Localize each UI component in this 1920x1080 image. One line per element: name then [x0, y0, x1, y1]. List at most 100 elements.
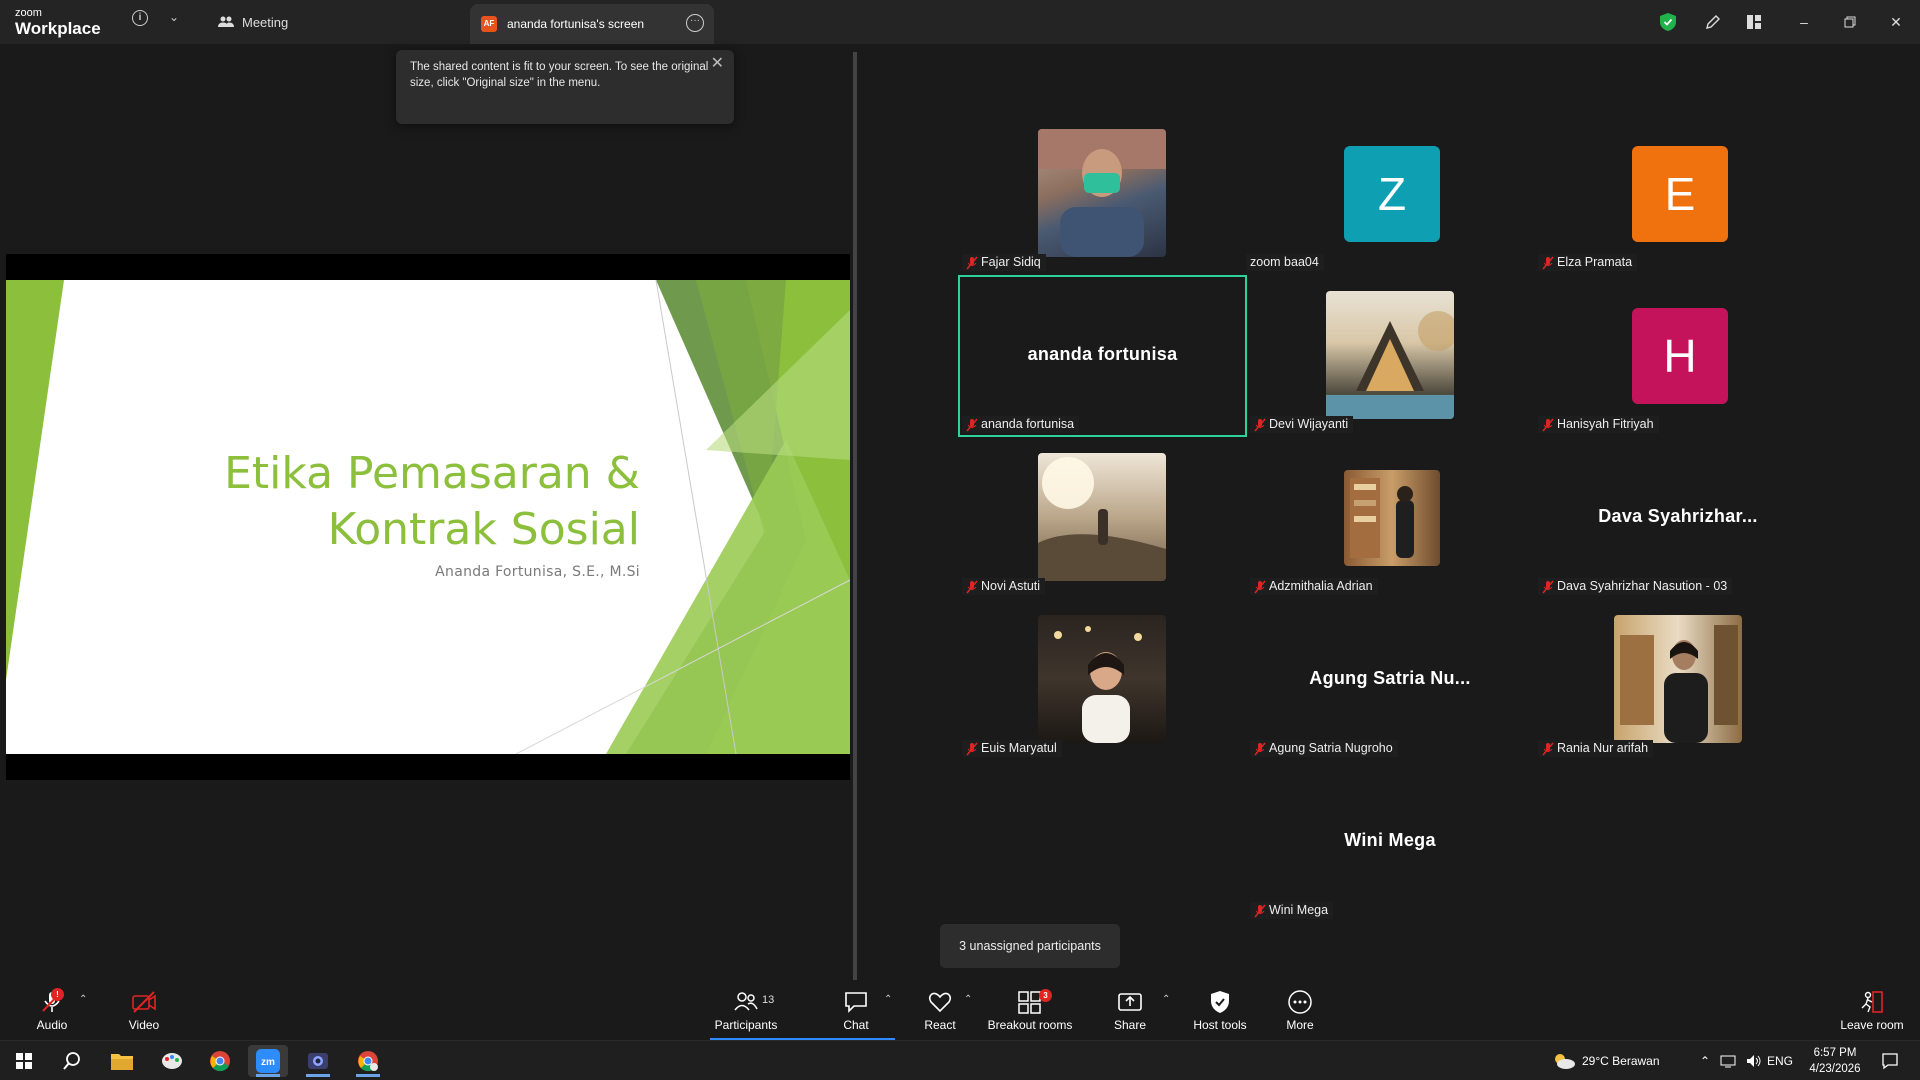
video-button[interactable]: Video [122, 980, 166, 1040]
more-button[interactable]: More [1280, 980, 1320, 1040]
shield-icon[interactable] [1648, 0, 1688, 44]
minimize-icon[interactable]: – [1784, 0, 1824, 44]
chat-options-caret[interactable]: ⌃ [884, 994, 892, 1005]
participant-label: Dava Syahrizhar Nasution - 03 [1538, 578, 1733, 595]
participant-label: ananda fortunisa [962, 416, 1080, 433]
participant-video-novi[interactable] [1038, 453, 1166, 581]
participants-button[interactable]: Participants [704, 980, 788, 1040]
participant-label: Rania Nur arifah [1538, 740, 1654, 757]
active-participant-name: ananda fortunisa [1027, 344, 1178, 364]
share-options-caret[interactable]: ⌃ [1162, 994, 1170, 1005]
mic-muted-icon [1542, 742, 1554, 756]
slide-title: Etika Pemasaran & Kontrak Sosial [224, 446, 640, 558]
participants-icon [734, 991, 758, 1010]
restore-icon[interactable] [1830, 0, 1870, 44]
participant-name-wini: Wini Mega [1344, 830, 1436, 850]
heart-icon [928, 992, 952, 1012]
audio-alert-badge: ! [51, 988, 64, 1001]
system-tray[interactable]: ⌃ [1700, 1041, 1762, 1080]
clock-time: 6:57 PM [1813, 1047, 1857, 1059]
presentation-slide: Etika Pemasaran & Kontrak Sosial Ananda … [6, 280, 850, 754]
close-tooltip-icon[interactable]: ✕ [711, 56, 724, 72]
leave-label: Leave room [1840, 1017, 1904, 1032]
slide-title-line2: Kontrak Sosial [327, 504, 640, 555]
react-button[interactable]: React [920, 980, 960, 1040]
react-label: React [924, 1017, 956, 1032]
chevron-down-icon[interactable]: ⌄ [169, 10, 179, 24]
participant-label: Adzmithalia Adrian [1250, 578, 1378, 595]
logo-small: zoom [15, 7, 42, 19]
react-options-caret[interactable]: ⌃ [964, 994, 972, 1005]
tray-expand-icon[interactable]: ⌃ [1700, 1054, 1710, 1068]
mic-muted-icon [966, 580, 978, 594]
breakout-label: Breakout rooms [987, 1017, 1073, 1032]
mic-muted-icon [1254, 904, 1266, 918]
mic-muted-icon [1254, 580, 1266, 594]
share-button[interactable]: Share [1110, 980, 1150, 1040]
network-icon[interactable] [1720, 1054, 1736, 1068]
layout-icon[interactable] [1734, 0, 1774, 44]
slide-title-line1: Etika Pemasaran & [224, 448, 640, 499]
camera-app-icon[interactable] [298, 1045, 338, 1077]
participant-name-agung: Agung Satria Nu... [1309, 668, 1471, 688]
weather-text: 29°C Berawan [1582, 1054, 1660, 1068]
participant-label: Wini Mega [1250, 902, 1334, 919]
tab-shared-screen[interactable]: AF ananda fortunisa's screen ··· [470, 4, 714, 44]
split-divider[interactable] [853, 52, 857, 980]
audio-options-caret[interactable]: ⌃ [79, 994, 87, 1005]
participant-video-devi[interactable] [1326, 291, 1454, 419]
chrome-icon[interactable] [200, 1045, 240, 1077]
clock-date: 4/23/2026 [1809, 1063, 1861, 1075]
notifications-icon[interactable] [1870, 1045, 1910, 1077]
meeting-tab[interactable]: Meeting [218, 0, 288, 44]
clock[interactable]: 6:57 PM 4/23/2026 [1800, 1045, 1870, 1077]
participant-video-adzmithalia[interactable] [1344, 470, 1440, 566]
chat-button[interactable]: Chat [836, 980, 876, 1040]
avatar-elza[interactable]: E [1632, 146, 1728, 242]
weather-cloud-icon [1555, 1054, 1575, 1069]
chat-label: Chat [843, 1017, 869, 1032]
chrome-profile-icon[interactable] [348, 1045, 388, 1077]
participant-video-rania[interactable] [1614, 615, 1742, 743]
mic-muted-icon [1254, 742, 1266, 756]
slide-subtitle: Ananda Fortunisa, S.E., M.Si [435, 564, 640, 580]
tab-label: ananda fortunisa's screen [507, 17, 645, 31]
search-icon[interactable] [52, 1045, 92, 1077]
avatar-hanisyah[interactable]: H [1632, 308, 1728, 404]
pencil-icon[interactable] [1693, 0, 1733, 44]
mic-muted-icon [1542, 580, 1554, 594]
avatar-zoom-baa04[interactable]: Z [1344, 146, 1440, 242]
participant-label: Novi Astuti [962, 578, 1046, 595]
paint-app-icon[interactable] [152, 1045, 192, 1077]
video-off-icon [132, 990, 156, 1013]
more-icon [1288, 989, 1312, 1014]
weather-widget[interactable]: 29°C Berawan [1552, 1041, 1660, 1080]
more-options-icon[interactable]: ··· [686, 14, 704, 32]
share-screen-icon [1118, 992, 1142, 1011]
file-explorer-icon[interactable] [102, 1045, 142, 1077]
video-label: Video [128, 1017, 160, 1032]
volume-icon[interactable] [1746, 1054, 1762, 1068]
meeting-label: Meeting [242, 14, 289, 30]
mic-muted-icon [966, 742, 978, 756]
breakout-rooms-button[interactable]: Breakout rooms [980, 980, 1080, 1040]
mic-muted-icon [966, 418, 978, 432]
zoom-logo: zoom Workplace [15, 7, 101, 38]
zoom-taskbar-icon[interactable]: zm [248, 1045, 288, 1077]
language-indicator[interactable]: ENG [1767, 1041, 1793, 1080]
participant-video-fajar[interactable] [1038, 129, 1166, 257]
fit-screen-tooltip: The shared content is fit to your screen… [396, 50, 734, 124]
title-bar: zoom Workplace i ⌄ Meeting AF ananda for… [0, 0, 1920, 44]
windows-start-icon[interactable] [4, 1045, 44, 1077]
participant-label: Devi Wijayanti [1250, 416, 1354, 433]
breakout-badge: 3 [1039, 989, 1052, 1002]
participants-label: Participants [714, 1017, 778, 1032]
host-tools-button[interactable]: Host tools [1188, 980, 1252, 1040]
info-icon[interactable]: i [132, 10, 148, 26]
close-icon[interactable]: ✕ [1876, 0, 1916, 44]
participant-video-euis[interactable] [1038, 615, 1166, 743]
leave-room-button[interactable]: Leave room [1836, 980, 1908, 1040]
active-indicator [356, 1074, 380, 1077]
logo-big: Workplace [15, 19, 101, 38]
participant-label: zoom baa04 [1246, 254, 1324, 271]
